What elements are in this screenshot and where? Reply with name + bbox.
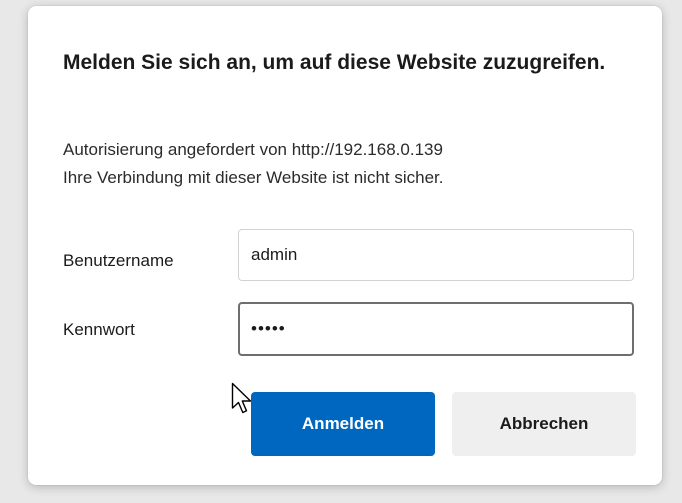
dialog-info: Autorisierung angefordert von http://192…: [63, 136, 643, 192]
connection-warning-text: Ihre Verbindung mit dieser Website ist n…: [63, 168, 444, 187]
username-label: Benutzername: [63, 251, 174, 270]
auth-requested-text: Autorisierung angefordert von http://192…: [63, 140, 443, 159]
sign-in-dialog: Melden Sie sich an, um auf diese Website…: [28, 6, 662, 485]
dialog-title: Melden Sie sich an, um auf diese Website…: [63, 51, 606, 74]
cancel-button[interactable]: Abbrechen: [452, 392, 636, 456]
password-input[interactable]: [238, 302, 634, 356]
password-label: Kennwort: [63, 320, 135, 339]
username-input[interactable]: [238, 229, 634, 281]
sign-in-button[interactable]: Anmelden: [251, 392, 435, 456]
